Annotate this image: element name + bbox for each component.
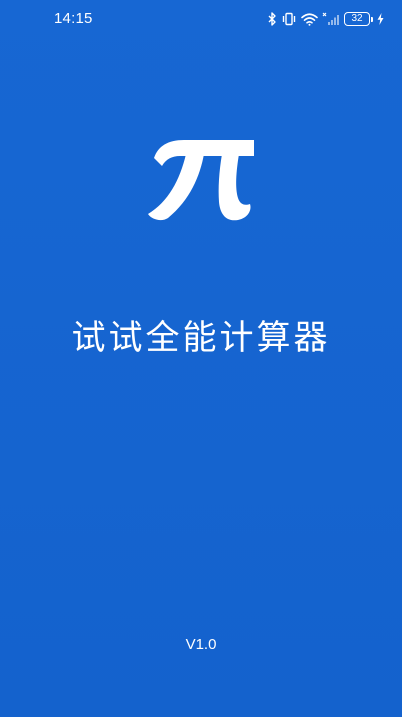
vibrate-icon bbox=[281, 10, 297, 28]
charging-icon bbox=[377, 10, 384, 28]
bluetooth-icon bbox=[268, 10, 277, 28]
pi-icon bbox=[140, 132, 260, 226]
status-time: 14:15 bbox=[54, 10, 93, 27]
battery-cap bbox=[371, 16, 373, 22]
app-title: 试试全能计算器 bbox=[71, 318, 331, 358]
signal-icon bbox=[322, 10, 340, 28]
wifi-icon bbox=[301, 10, 318, 28]
status-icons: 32 bbox=[268, 10, 384, 28]
battery-icon: 32 bbox=[344, 10, 373, 28]
status-bar: 14:15 32 bbox=[0, 0, 402, 38]
battery-level: 32 bbox=[344, 12, 370, 26]
splash-screen: 14:15 32 试试全能计算器 V1.0 bbox=[0, 0, 402, 717]
version-label: V1.0 bbox=[185, 636, 217, 653]
